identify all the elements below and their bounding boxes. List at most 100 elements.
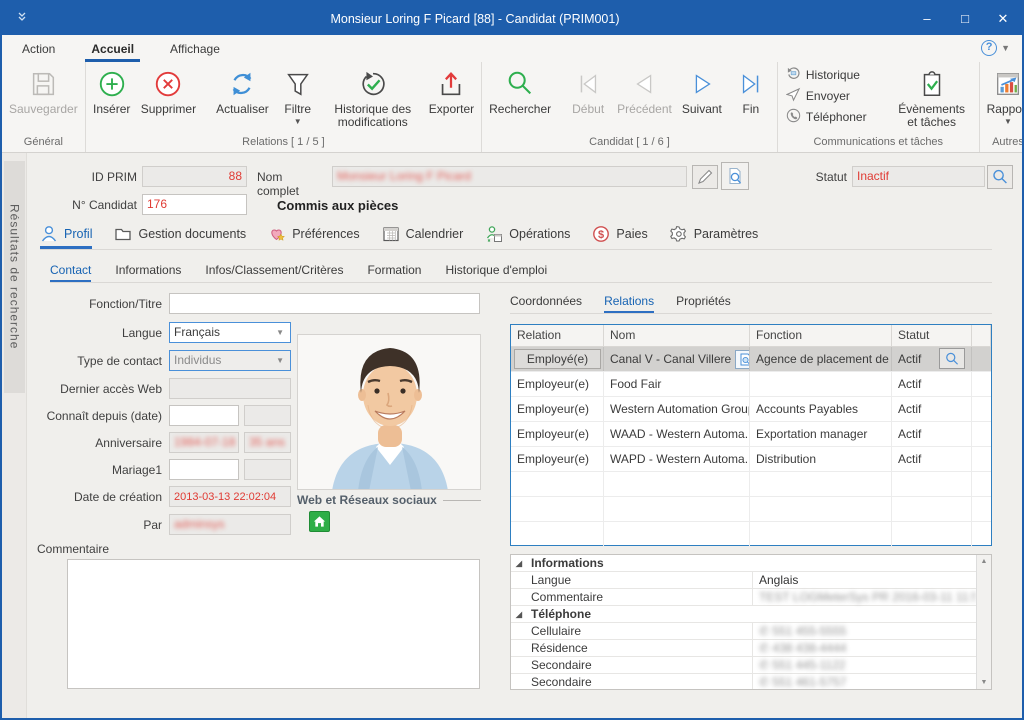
tab-calendrier[interactable]: Calendrier [382,225,464,249]
clipboard-check-icon [916,68,948,100]
prop-row-langue[interactable]: Langue Anglais [511,572,976,589]
send-button[interactable]: Envoyer [786,87,867,105]
first-record-icon [572,68,604,100]
statut-lookup-icon[interactable] [939,348,965,369]
ribbon-group-label-general: Général [4,134,83,152]
tab-operations[interactable]: Opérations [485,225,570,249]
tab-profil[interactable]: Profil [40,225,92,249]
menu-accueil[interactable]: Accueil [89,37,136,60]
filter-icon [282,68,314,100]
langue-combo[interactable]: Français ▼ [169,322,291,343]
prop-row-secondaire-1[interactable]: Secondaire ✆ 551 445-1122 [511,657,976,674]
statut-field[interactable]: Inactif [852,166,985,187]
open-relation-icon[interactable] [735,350,750,369]
events-tasks-button[interactable]: Évènements et tâches [887,64,977,130]
column-header-relation[interactable]: Relation [511,325,604,346]
table-row[interactable]: Employeur(e) Western Automation Group Ac… [511,397,991,422]
next-record-button[interactable]: Suivant [677,64,727,117]
dernier-acces-label: Dernier accès Web [42,382,162,396]
table-row-empty[interactable] [511,522,991,547]
delete-button[interactable]: Supprimer [136,64,201,117]
group-telephone[interactable]: ◢ Téléphone [511,606,976,623]
prop-row-cellulaire[interactable]: Cellulaire ✆ 551 455-5555 [511,623,976,640]
last-record-icon [735,68,767,100]
connait-depuis-date-field[interactable] [169,405,239,426]
tab-gestion-documents[interactable]: Gestion documents [114,225,246,249]
search-button[interactable]: Rechercher [484,64,556,117]
menu-affichage[interactable]: Affichage [168,37,222,60]
close-button[interactable]: ✕ [984,2,1022,35]
mariage-duree-field[interactable] [244,459,291,480]
menu-action[interactable]: Action [20,37,57,60]
minimize-button[interactable]: – [908,2,946,35]
column-header-statut[interactable]: Statut [892,325,972,346]
par-field[interactable]: adminsys [169,514,291,535]
nom-complet-field[interactable]: Monsieur Loring F Picard [332,166,687,187]
tab-proprietes[interactable]: Propriétés [676,294,731,313]
table-row[interactable]: Employeur(e) Food Fair Actif [511,372,991,397]
last-record-button[interactable]: Fin [727,64,775,117]
relations-table: Relation Nom Fonction Statut Employé(e) … [510,324,992,546]
dernier-acces-field[interactable] [169,378,291,399]
mariage-date-field[interactable] [169,459,239,480]
chevron-down-icon: ▼ [1001,43,1010,53]
heart-star-icon [268,225,286,243]
tab-relations[interactable]: Relations [604,294,654,313]
quick-access-toolbar-icon[interactable] [2,11,42,26]
tab-preferences[interactable]: Préférences [268,225,359,249]
prop-row-secondaire-2[interactable]: Secondaire ✆ 551 461-5757 [511,674,976,690]
column-header-fonction[interactable]: Fonction [750,325,892,346]
preview-name-button[interactable] [721,162,749,190]
change-history-button[interactable]: Historique des modifications [322,64,424,130]
table-row[interactable]: Employeur(e) WAAD - Western Automa... Ex… [511,422,991,447]
refresh-icon [226,68,258,100]
column-header-nom[interactable]: Nom [604,325,750,346]
anniversaire-field[interactable]: 1984-07-18 [169,432,239,453]
maximize-button[interactable]: □ [946,2,984,35]
no-candidat-field[interactable]: 176 [142,194,247,215]
previous-record-icon [629,68,661,100]
tab-coordonnees[interactable]: Coordonnées [510,294,582,313]
report-button[interactable]: Rapport ▼ [982,64,1024,127]
age-field[interactable]: 35 ans [244,432,291,453]
first-record-button[interactable]: Début [564,64,612,117]
edit-name-button[interactable] [692,165,718,189]
export-button[interactable]: Exporter [424,64,479,117]
help-button[interactable]: ? ▼ [981,40,1010,56]
scroll-up-icon[interactable]: ▲ [981,555,988,568]
subtab-contact[interactable]: Contact [50,263,91,282]
prop-row-residence[interactable]: Résidence ✆ 438 438-4444 [511,640,976,657]
date-creation-field[interactable]: 2013-03-13 22:02:04 [169,486,291,507]
subtab-infos-classement-criteres[interactable]: Infos/Classement/Critères [205,263,343,282]
type-contact-combo[interactable]: Individus ▼ [169,350,291,371]
tab-parametres[interactable]: Paramètres [670,225,759,249]
table-row[interactable]: Employeur(e) WAPD - Western Automa... Di… [511,447,991,472]
subtab-historique-emploi[interactable]: Historique d'emploi [445,263,547,282]
statut-search-button[interactable] [987,165,1013,189]
table-row-selected[interactable]: Employé(e) Canal V - Canal Villere Agenc… [511,347,991,372]
id-prim-field[interactable]: 88 [142,166,247,187]
refresh-button[interactable]: Actualiser [211,64,274,117]
relations-table-header: Relation Nom Fonction Statut [511,325,991,347]
scrollbar[interactable]: ▲ ▼ [976,555,991,689]
search-results-tab[interactable]: Résultats de recherche [4,161,25,393]
group-informations[interactable]: ◢ Informations [511,555,976,572]
table-row-empty[interactable] [511,472,991,497]
prop-row-commentaire[interactable]: Commentaire TEST LOGMeterSys PR 2016-03-… [511,589,976,606]
history-button[interactable]: Historique [786,66,867,84]
filter-button[interactable]: Filtre ▼ [274,64,322,127]
tab-paies[interactable]: $ Paies [592,225,647,249]
subtab-formation[interactable]: Formation [367,263,421,282]
previous-record-button[interactable]: Précédent [612,64,677,117]
save-button[interactable]: Sauvegarder [4,64,83,117]
phone-button[interactable]: Téléphoner [786,108,867,126]
table-row-empty[interactable] [511,497,991,522]
connait-depuis-duree-field[interactable] [244,405,291,426]
scroll-down-icon[interactable]: ▼ [981,676,988,689]
commentaire-textarea[interactable] [67,559,480,689]
insert-button[interactable]: Insérer [88,64,136,117]
website-home-button[interactable] [309,511,330,532]
export-icon [435,68,467,100]
subtab-informations[interactable]: Informations [115,263,181,282]
fonction-titre-field[interactable] [169,293,480,314]
